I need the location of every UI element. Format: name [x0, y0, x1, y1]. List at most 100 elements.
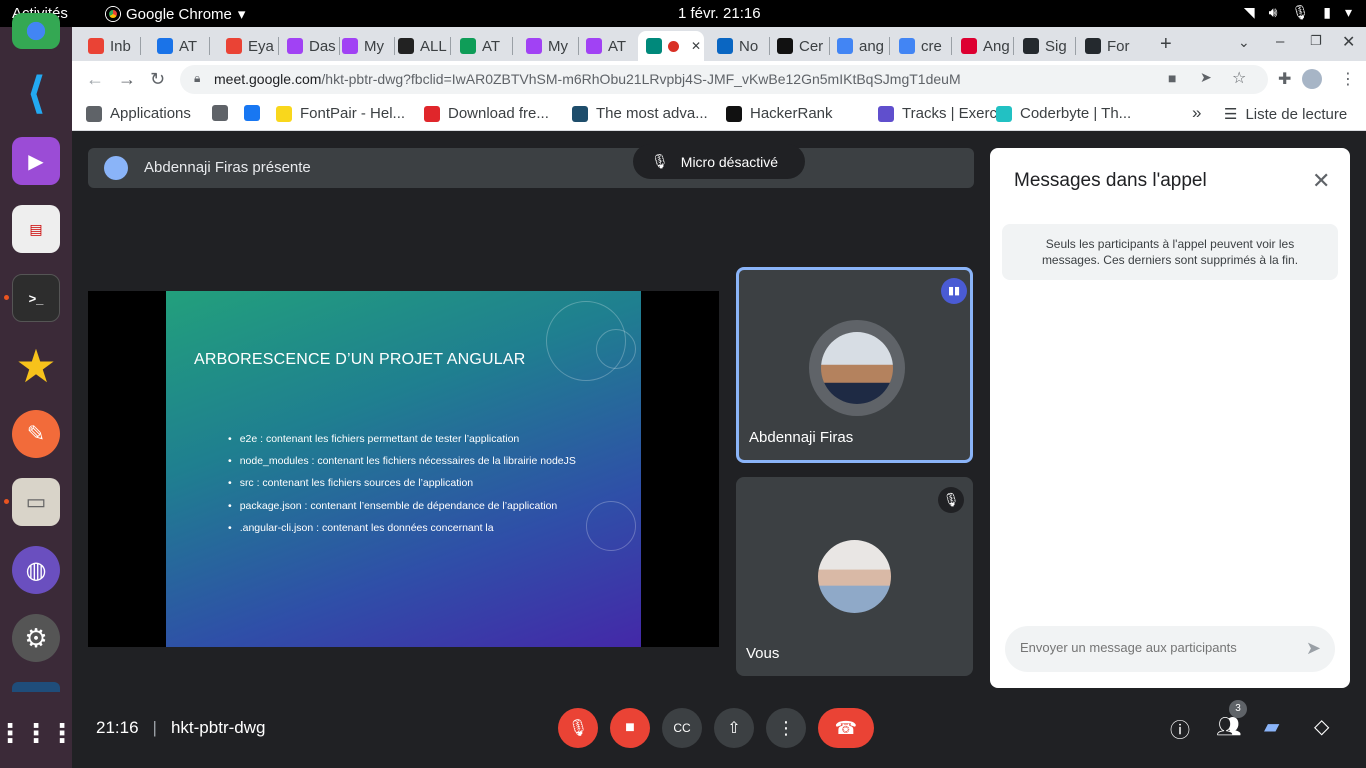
- tab-meet-active[interactable]: ✕: [638, 31, 704, 61]
- participant-tile-firas[interactable]: ▮▮ Abdennaji Firas: [736, 267, 973, 463]
- back-button[interactable]: ←: [86, 69, 104, 90]
- bookmark-item[interactable]: Applications: [86, 105, 191, 122]
- address-bar[interactable]: 🔒︎ meet.google.com/hkt-pbtr-dwg?fbclid=I…: [180, 65, 1268, 94]
- presentation-view[interactable]: ARBORESCENCE D’UN PROJET ANGULAR e2e : c…: [88, 291, 719, 647]
- present-button[interactable]: ⇧: [714, 708, 754, 748]
- files-icon[interactable]: ▭: [12, 478, 60, 526]
- hackerrank-icon: [726, 105, 742, 122]
- camera-icon[interactable]: ■: [1168, 70, 1176, 86]
- tab-separator: [1075, 37, 1076, 55]
- chat-button[interactable]: ▰: [1264, 714, 1279, 739]
- call-controls-bar: 21:16 | hkt-pbtr-dwg 🎙︎ ■ CC ⇧ ⋮ ☎ ⓘ 👥︎ …: [72, 696, 1366, 768]
- bookmark-item[interactable]: Download fre...: [424, 105, 549, 122]
- minimize-button[interactable]: –: [1276, 33, 1284, 50]
- tab[interactable]: cre: [891, 31, 949, 61]
- vscode-icon[interactable]: ⟨: [12, 69, 60, 118]
- chat-panel: Messages dans l'appel ✕ Seuls les partic…: [990, 148, 1350, 688]
- tab-label: No: [739, 37, 759, 55]
- tab[interactable]: Eya: [218, 31, 276, 61]
- tab[interactable]: My: [518, 31, 576, 61]
- toggle-camera-button[interactable]: ■: [610, 708, 650, 748]
- partial-app-icon[interactable]: [12, 682, 60, 692]
- close-tab-icon[interactable]: ✕: [691, 39, 701, 53]
- tab[interactable]: Inb: [80, 31, 138, 61]
- system-tray[interactable]: ◥ 🔊︎ 🎙︎ ▮ ▾: [1244, 4, 1352, 21]
- linkedin-icon: [717, 38, 733, 54]
- bookmark-item[interactable]: The most adva...: [572, 105, 708, 122]
- url-text[interactable]: meet.google.com/hkt-pbtr-dwg?fbclid=IwAR…: [214, 71, 961, 87]
- tab[interactable]: Sig: [1015, 31, 1073, 61]
- angular-icon: [961, 38, 977, 54]
- tab[interactable]: ang: [829, 31, 887, 61]
- participant-tile-self[interactable]: 🎙︎ Vous: [736, 477, 973, 676]
- tab[interactable]: Das: [279, 31, 337, 61]
- toggle-mic-button[interactable]: 🎙︎: [558, 708, 598, 748]
- tab[interactable]: My: [334, 31, 392, 61]
- bookmark-item[interactable]: HackerRank: [726, 105, 833, 122]
- bookmark-label: Coderbyte | Th...: [1020, 105, 1132, 122]
- bookmarks-more-button[interactable]: »: [1192, 103, 1201, 123]
- reading-list-button[interactable]: ☰ Liste de lecture: [1224, 105, 1347, 124]
- profile-avatar[interactable]: [1302, 69, 1322, 89]
- exercism-icon: [878, 105, 894, 122]
- wifi-icon: ◥: [1243, 4, 1255, 20]
- tab-label: cre: [921, 37, 942, 55]
- participant-count-badge: 3: [1229, 700, 1247, 718]
- new-tab-button[interactable]: +: [1160, 33, 1172, 56]
- maximize-button[interactable]: ❐: [1310, 33, 1322, 49]
- github-icon: [1085, 38, 1101, 54]
- activities-panel-button[interactable]: ◇: [1314, 714, 1329, 739]
- reload-button[interactable]: ↻: [150, 69, 165, 90]
- tab[interactable]: For: [1077, 31, 1135, 61]
- slide-decoration: [596, 329, 636, 369]
- settings-icon[interactable]: ⚙: [12, 614, 60, 662]
- more-options-button[interactable]: ⋮: [766, 708, 806, 748]
- bookmark-star-icon[interactable]: ☆: [1232, 68, 1246, 88]
- meeting-info-button[interactable]: ⓘ: [1170, 714, 1190, 743]
- slide-bullet: .angular-cli.json : contenant les donnée…: [228, 522, 576, 534]
- tab-label: Cer: [799, 37, 824, 55]
- video-player-icon[interactable]: ▶: [12, 137, 60, 185]
- tab[interactable]: Cer: [769, 31, 827, 61]
- bookmark-item[interactable]: FontPair - Hel...: [276, 105, 405, 122]
- presenter-avatar: [104, 156, 128, 180]
- forward-button[interactable]: →: [118, 69, 136, 90]
- terminal-icon[interactable]: >_: [12, 274, 60, 322]
- tab[interactable]: AT: [149, 31, 207, 61]
- chrome-menu-button[interactable]: ⋮: [1340, 69, 1356, 89]
- close-chat-button[interactable]: ✕: [1312, 168, 1330, 194]
- tab[interactable]: AT: [452, 31, 510, 61]
- presenter-banner: Abdennaji Firas présente: [88, 148, 974, 188]
- running-indicator: [4, 499, 9, 504]
- captions-button[interactable]: CC: [662, 708, 702, 748]
- postman-icon[interactable]: ✎: [12, 410, 60, 458]
- tab-search-button[interactable]: ⌄: [1238, 34, 1250, 51]
- bookmark-item[interactable]: [212, 105, 228, 121]
- slide-title: ARBORESCENCE D’UN PROJET ANGULAR: [194, 351, 526, 368]
- system-clock[interactable]: 1 févr. 21:16: [678, 5, 761, 22]
- bookmark-item[interactable]: Coderbyte | Th...: [996, 105, 1131, 122]
- chrome-dock-icon[interactable]: [12, 13, 60, 49]
- tab[interactable]: ALL: [390, 31, 448, 61]
- close-window-button[interactable]: ✕: [1342, 32, 1355, 52]
- send-icon[interactable]: ➤: [1306, 638, 1321, 659]
- chat-input[interactable]: [1020, 640, 1290, 655]
- spiral-icon: [342, 38, 358, 54]
- web-browser-icon[interactable]: ◍: [12, 546, 60, 594]
- star-app-icon[interactable]: ★: [12, 340, 60, 392]
- tab[interactable]: AT: [578, 31, 636, 61]
- document-viewer-icon[interactable]: ▤: [12, 205, 60, 253]
- chat-input-box[interactable]: ➤: [1005, 626, 1335, 672]
- tab[interactable]: No: [709, 31, 767, 61]
- app-menu[interactable]: Google Chrome ▾: [106, 5, 245, 23]
- show-applications-icon[interactable]: ⋮⋮⋮: [0, 709, 75, 757]
- extensions-icon[interactable]: ✚: [1278, 69, 1291, 89]
- mic-off-icon: 🎙︎: [567, 720, 589, 737]
- tab[interactable]: Ang: [953, 31, 1011, 61]
- bookmark-item[interactable]: Tracks | Exerci...: [878, 105, 1013, 122]
- send-icon[interactable]: ➤: [1200, 69, 1212, 86]
- leave-call-button[interactable]: ☎: [818, 708, 874, 748]
- lock-icon[interactable]: 🔒︎: [194, 71, 200, 86]
- bookmark-label: HackerRank: [750, 105, 833, 122]
- bookmark-item[interactable]: [244, 105, 260, 121]
